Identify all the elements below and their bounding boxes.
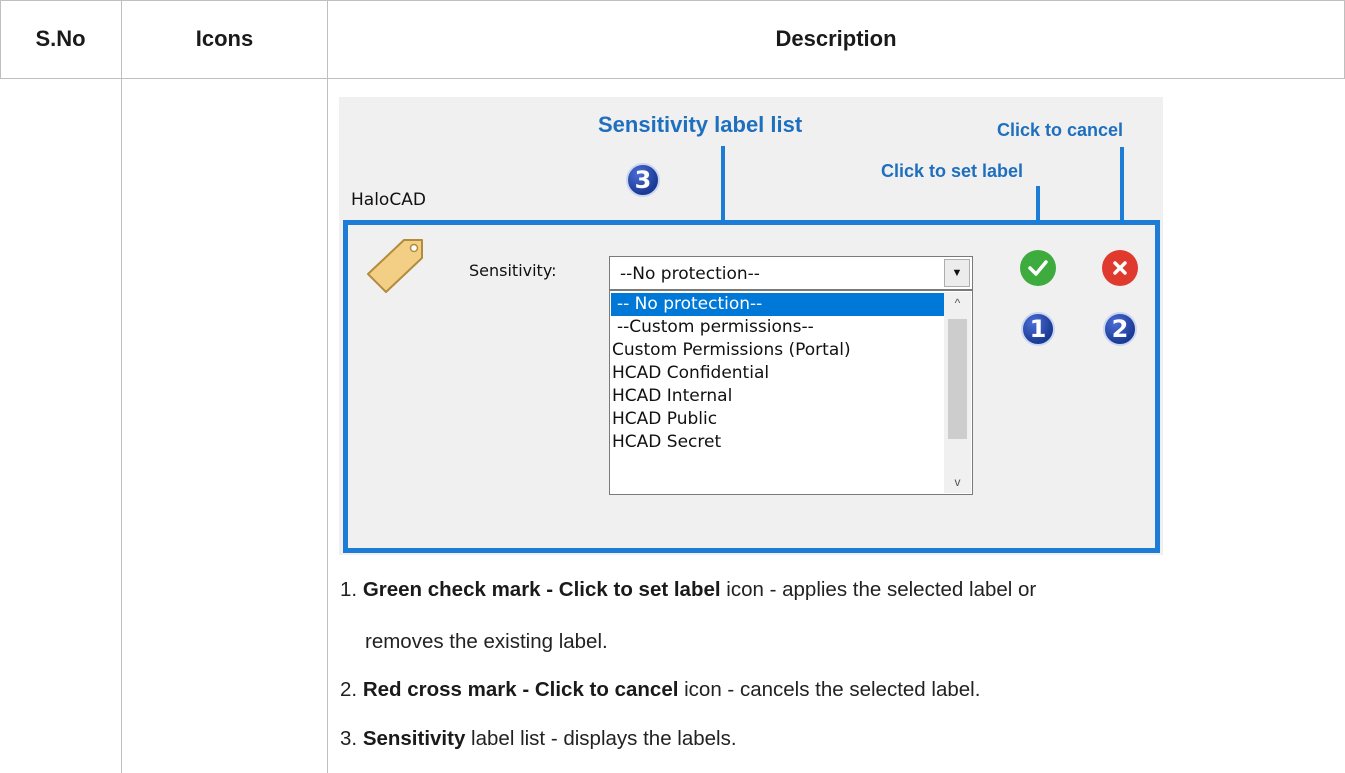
dropdown-arrow-icon[interactable]: ▼ (944, 259, 970, 287)
sensitivity-label: Sensitivity: (469, 261, 557, 280)
header-description: Description (775, 26, 897, 51)
tag-icon (367, 239, 423, 293)
header-bottom-border (0, 78, 1345, 79)
item-text: icon - applies the selected label or (720, 578, 1037, 601)
list-item[interactable]: --Custom permissions-- (611, 316, 814, 339)
set-label-button[interactable] (1020, 250, 1056, 286)
description-item-2: 2. Red cross mark - Click to cancel icon… (340, 678, 980, 702)
item-bold: Red cross mark - Click to cancel (362, 678, 679, 701)
cross-icon (1113, 261, 1127, 275)
description-item-1: 1. Green check mark - Click to set label… (340, 578, 1036, 602)
list-item[interactable]: HCAD Secret (610, 431, 721, 454)
item-bold: Sensitivity (362, 727, 466, 750)
scroll-thumb[interactable] (948, 319, 967, 439)
check-icon (1028, 260, 1048, 276)
sensitivity-label-list[interactable]: -- No protection-- --Custom permissions-… (609, 290, 973, 495)
callout-set-label: Click to set label (881, 161, 1024, 181)
column-divider (121, 0, 122, 773)
cancel-button[interactable] (1102, 250, 1138, 286)
column-divider (327, 0, 328, 773)
app-name: HaloCAD (351, 190, 426, 210)
scroll-up-icon[interactable]: ^ (944, 292, 971, 314)
list-item[interactable]: HCAD Internal (610, 385, 732, 408)
description-item-1-continued: removes the existing label. (365, 630, 608, 654)
list-item[interactable]: HCAD Confidential (610, 362, 769, 385)
list-item[interactable]: HCAD Public (610, 408, 717, 431)
badge-3: 3 (626, 163, 660, 197)
callout-cancel: Click to cancel (997, 120, 1124, 140)
list-item[interactable]: -- No protection-- (611, 293, 944, 316)
item-number: 3. (340, 727, 358, 750)
item-text: icon - cancels the selected label. (678, 678, 981, 701)
list-item[interactable]: Custom Permissions (Portal) (610, 339, 851, 362)
sensitivity-dropdown[interactable]: --No protection-- ▼ (609, 256, 973, 290)
list-scrollbar[interactable]: ^ v (944, 292, 971, 493)
dropdown-value: --No protection-- (620, 264, 760, 284)
callout-sensitivity-list: Sensitivity label list (598, 112, 803, 137)
header-icons: Icons (195, 26, 254, 51)
scroll-down-icon[interactable]: v (944, 471, 971, 493)
item-text: removes the existing label. (365, 630, 608, 653)
item-number: 1. (340, 578, 358, 601)
item-text: label list - displays the labels. (465, 727, 737, 750)
item-number: 2. (340, 678, 358, 701)
badge-1: 1 (1021, 312, 1055, 346)
header-sno: S.No (35, 26, 86, 51)
description-item-3: 3. Sensitivity label list - displays the… (340, 727, 737, 751)
badge-2: 2 (1103, 312, 1137, 346)
item-bold: Green check mark - Click to set label (362, 578, 721, 601)
